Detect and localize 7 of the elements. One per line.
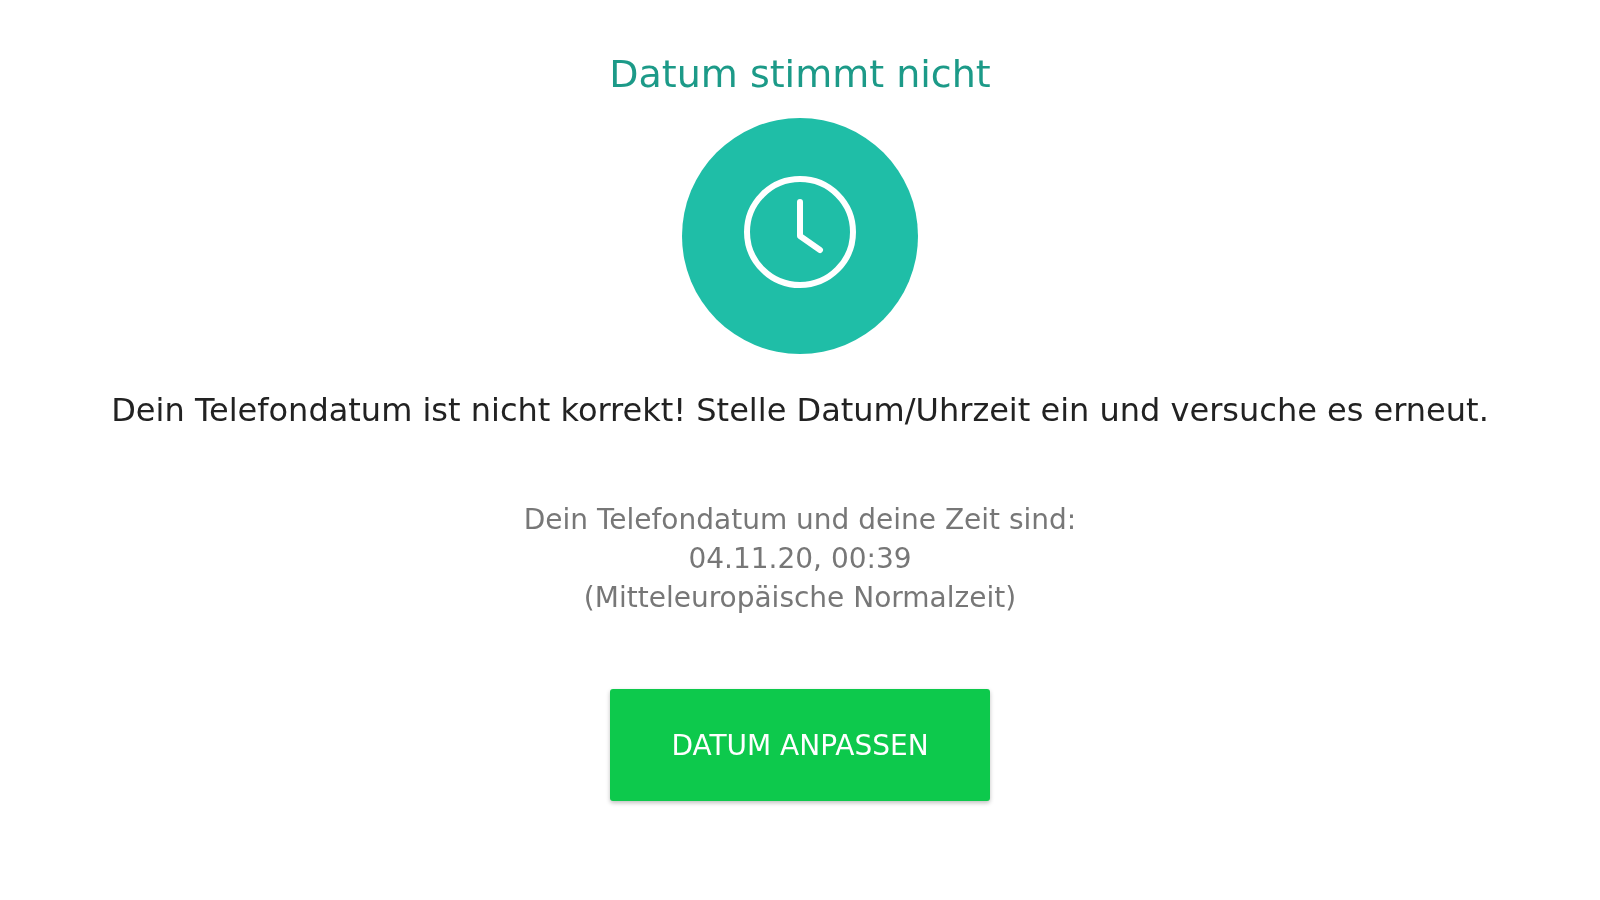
clock-icon: [682, 118, 918, 354]
adjust-date-button[interactable]: DATUM ANPASSEN: [610, 689, 990, 801]
info-text: (Mitteleuropäische Normalzeit): [583, 580, 1017, 616]
dialog-title: Datum stimmt nicht: [609, 51, 991, 98]
info-text: Dein Telefondatum und deine Zeit sind:: [523, 502, 1077, 538]
error-message: Dein Telefondatum ist nicht korrekt! Stelle Datum/Uhrzeit ein und versuche es erneut.: [111, 390, 1489, 431]
info-text: 04.11.20, 00:39: [688, 541, 912, 577]
